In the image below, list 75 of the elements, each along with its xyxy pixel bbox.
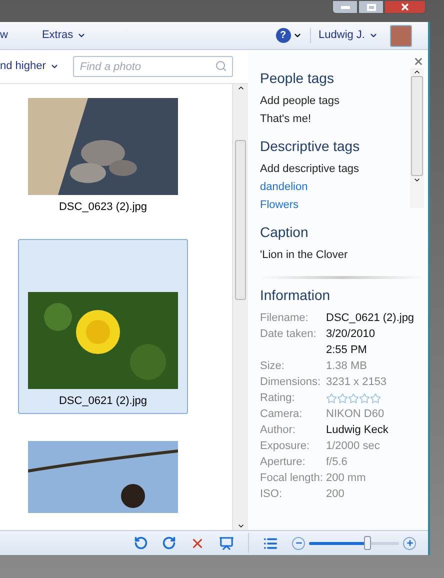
info-label: Dimensions:: [260, 375, 322, 390]
rating-filter[interactable]: nd higher: [0, 58, 59, 75]
panel-text: Add descriptive tags: [260, 162, 360, 177]
info-value[interactable]: 3/20/2010: [326, 326, 375, 342]
photo-caption: DSC_0621 (2).jpg: [58, 394, 148, 408]
info-label: Filename:: [260, 311, 310, 326]
info-value[interactable]: DSC_0621 (2).jpg: [326, 310, 414, 326]
menu-item[interactable]: Extras: [42, 27, 86, 44]
scroll-down-icon: [413, 176, 421, 184]
details-view-icon[interactable]: [263, 536, 278, 550]
scroll-down-icon: [236, 522, 244, 530]
caret-icon: [292, 31, 302, 40]
minimize-button[interactable]: [332, 0, 358, 14]
user-menu[interactable]: Ludwig J.: [318, 27, 378, 44]
zoom-out-icon[interactable]: [292, 536, 305, 550]
scroll-thumb[interactable]: [235, 140, 246, 300]
section-title: Information: [260, 286, 332, 305]
avatar[interactable]: [390, 24, 412, 46]
panel-text: Add people tags: [260, 94, 341, 109]
search-field[interactable]: Find a photo: [72, 56, 233, 77]
panel-text: 'Lion in the Clover: [260, 248, 349, 263]
info-label: Aperture:: [260, 455, 306, 470]
info-value: 3231 x 2153: [326, 375, 387, 390]
zoom-slider[interactable]: [309, 536, 399, 550]
close-icon[interactable]: [413, 56, 424, 67]
star-icon[interactable]: [359, 392, 370, 404]
info-label: ISO:: [260, 487, 284, 502]
photo-tile[interactable]: DSC_0621 (2).jpg: [18, 238, 188, 414]
star-icon[interactable]: [348, 392, 359, 404]
info-value[interactable]: 2:55 PM: [326, 342, 375, 358]
close-icon: [400, 2, 410, 12]
star-icon[interactable]: [337, 392, 348, 404]
star-icon[interactable]: [326, 392, 337, 404]
scroll-up-icon: [236, 84, 244, 92]
scroll-up-icon: [413, 68, 421, 76]
tag-link[interactable]: dandelion: [260, 178, 410, 196]
info-value: NIKON D60: [326, 407, 384, 422]
search-icon: [214, 60, 227, 72]
info-label: Author:: [260, 423, 296, 438]
panel-text: That's me!: [260, 112, 312, 127]
info-label: Focal length:: [260, 471, 324, 486]
close-button[interactable]: [384, 0, 426, 14]
section-title: Descriptive tags: [260, 137, 361, 156]
scrollbar[interactable]: [232, 84, 248, 530]
help-icon: ?: [276, 28, 291, 43]
info-label: Size:: [260, 359, 286, 374]
info-label: Exposure:: [260, 439, 311, 454]
info-label: Rating:: [260, 391, 296, 406]
menu-item[interactable]: w: [0, 27, 8, 44]
info-value: 1.38 MB: [326, 359, 367, 374]
info-label: Date taken:: [260, 327, 318, 342]
rotate-left-icon[interactable]: [134, 536, 148, 550]
section-title: People tags: [260, 69, 335, 88]
info-label: Camera:: [260, 407, 304, 422]
slideshow-icon[interactable]: [219, 536, 234, 550]
scroll-thumb[interactable]: [411, 76, 423, 176]
star-icon[interactable]: [370, 392, 381, 404]
slider-thumb[interactable]: [364, 536, 372, 550]
zoom-in-icon[interactable]: [403, 536, 416, 550]
photo-tile[interactable]: DSC_0623 (2).jpg: [18, 89, 188, 220]
tag-link[interactable]: Flowers: [260, 196, 410, 214]
section-title: Caption: [260, 223, 310, 242]
rotate-right-icon[interactable]: [162, 536, 176, 550]
caret-icon: [369, 31, 378, 40]
scrollbar[interactable]: [410, 68, 424, 208]
info-value: 200 mm: [326, 471, 366, 486]
info-value: f/5.6: [326, 455, 348, 470]
info-value: 200: [326, 487, 344, 502]
info-value[interactable]: Ludwig Keck: [326, 422, 388, 438]
caret-icon: [77, 31, 86, 40]
photo-caption: DSC_0623 (2).jpg: [58, 200, 148, 215]
help-button[interactable]: ?: [276, 28, 311, 43]
maximize-button[interactable]: [358, 0, 384, 14]
caret-icon: [50, 62, 59, 71]
info-value: 1/2000 sec: [326, 439, 380, 454]
